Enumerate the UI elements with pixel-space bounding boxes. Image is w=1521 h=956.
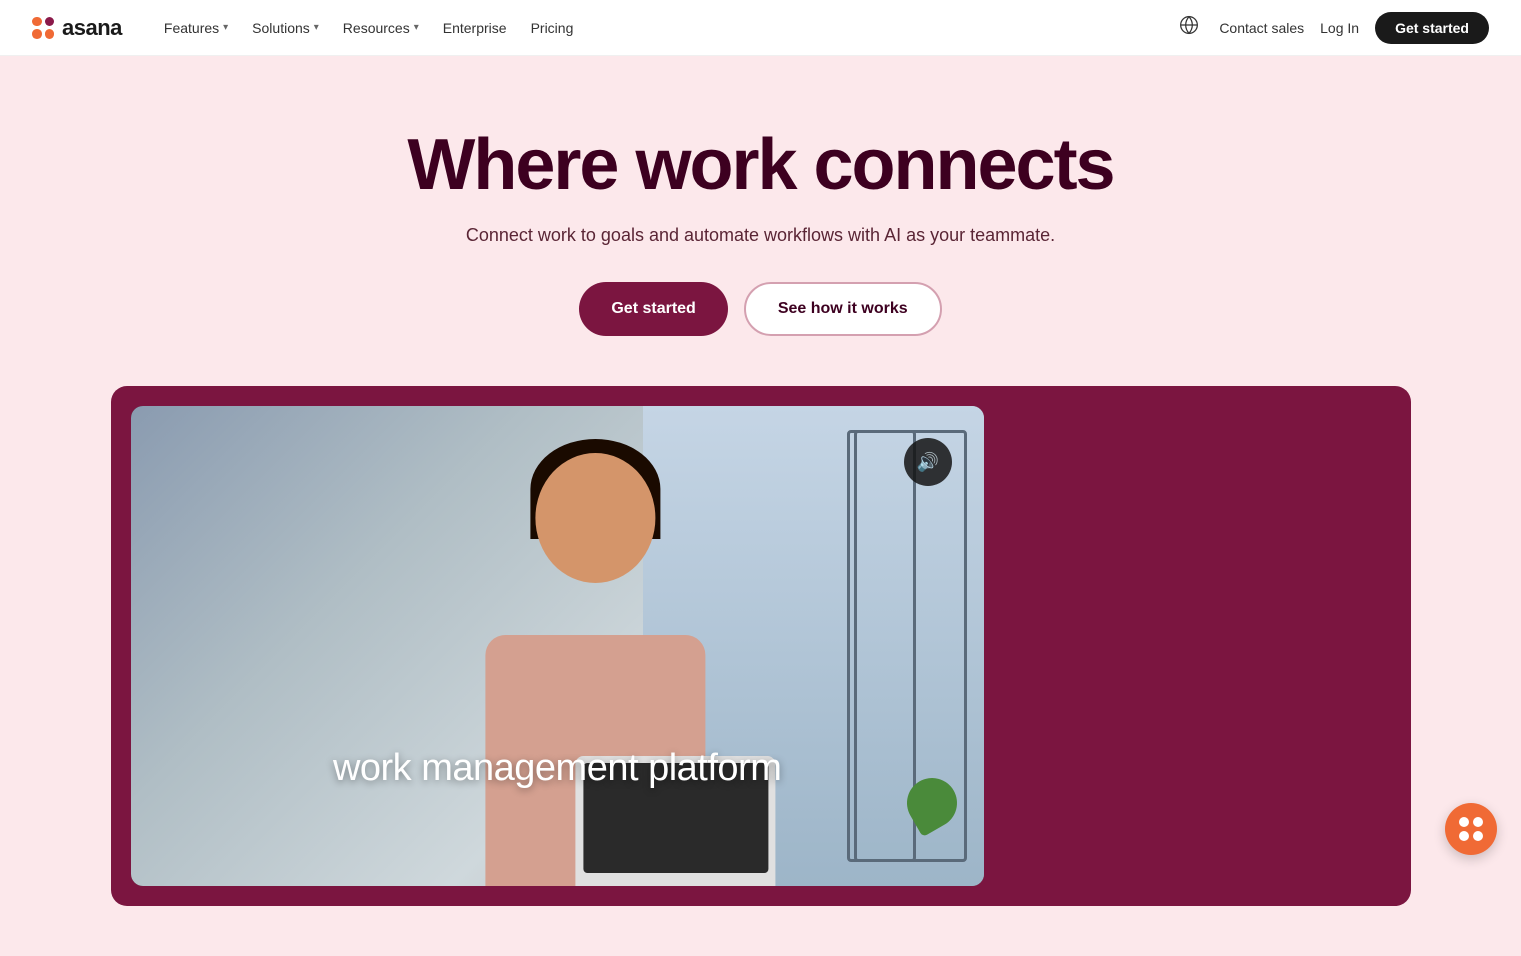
chevron-down-icon: ▾ bbox=[314, 22, 319, 33]
nav-features[interactable]: Features ▾ bbox=[154, 14, 238, 42]
logo-icon bbox=[32, 17, 54, 39]
login-button[interactable]: Log In bbox=[1320, 20, 1359, 36]
video-player[interactable]: work management platform 🔊 bbox=[131, 406, 984, 886]
mute-button[interactable]: 🔊 bbox=[904, 438, 952, 486]
plant-decoration bbox=[907, 778, 967, 838]
nav-links: Features ▾ Solutions ▾ Resources ▾ Enter… bbox=[154, 14, 1175, 42]
nav-get-started-button[interactable]: Get started bbox=[1375, 12, 1489, 44]
chevron-down-icon: ▾ bbox=[414, 22, 419, 33]
logo-link[interactable]: asana bbox=[32, 15, 122, 41]
person-head bbox=[536, 453, 656, 583]
nav-enterprise[interactable]: Enterprise bbox=[433, 14, 517, 42]
person-figure bbox=[404, 430, 788, 886]
hero-see-how-button[interactable]: See how it works bbox=[744, 282, 942, 336]
hero-buttons: Get started See how it works bbox=[20, 282, 1501, 336]
logo-text: asana bbox=[62, 15, 122, 41]
contact-sales-button[interactable]: Contact sales bbox=[1219, 20, 1304, 36]
navbar: asana Features ▾ Solutions ▾ Resources ▾… bbox=[0, 0, 1521, 56]
hero-subtitle: Connect work to goals and automate workf… bbox=[20, 225, 1501, 246]
help-orb-button[interactable] bbox=[1445, 803, 1497, 855]
nav-right: Contact sales Log In Get started bbox=[1175, 11, 1489, 44]
orb-icon bbox=[1459, 817, 1483, 841]
language-button[interactable] bbox=[1175, 11, 1203, 44]
plant-leaves bbox=[898, 769, 966, 837]
hero-title: Where work connects bbox=[20, 126, 1501, 205]
video-container: work management platform 🔊 bbox=[111, 386, 1411, 906]
hero-get-started-button[interactable]: Get started bbox=[579, 282, 727, 336]
nav-pricing[interactable]: Pricing bbox=[521, 14, 584, 42]
video-background bbox=[131, 406, 984, 886]
chevron-down-icon: ▾ bbox=[223, 22, 228, 33]
nav-solutions[interactable]: Solutions ▾ bbox=[242, 14, 329, 42]
hero-section: Where work connects Connect work to goal… bbox=[0, 56, 1521, 956]
video-overlay-text: work management platform bbox=[333, 747, 781, 790]
nav-resources[interactable]: Resources ▾ bbox=[333, 14, 429, 42]
volume-icon: 🔊 bbox=[917, 452, 939, 473]
